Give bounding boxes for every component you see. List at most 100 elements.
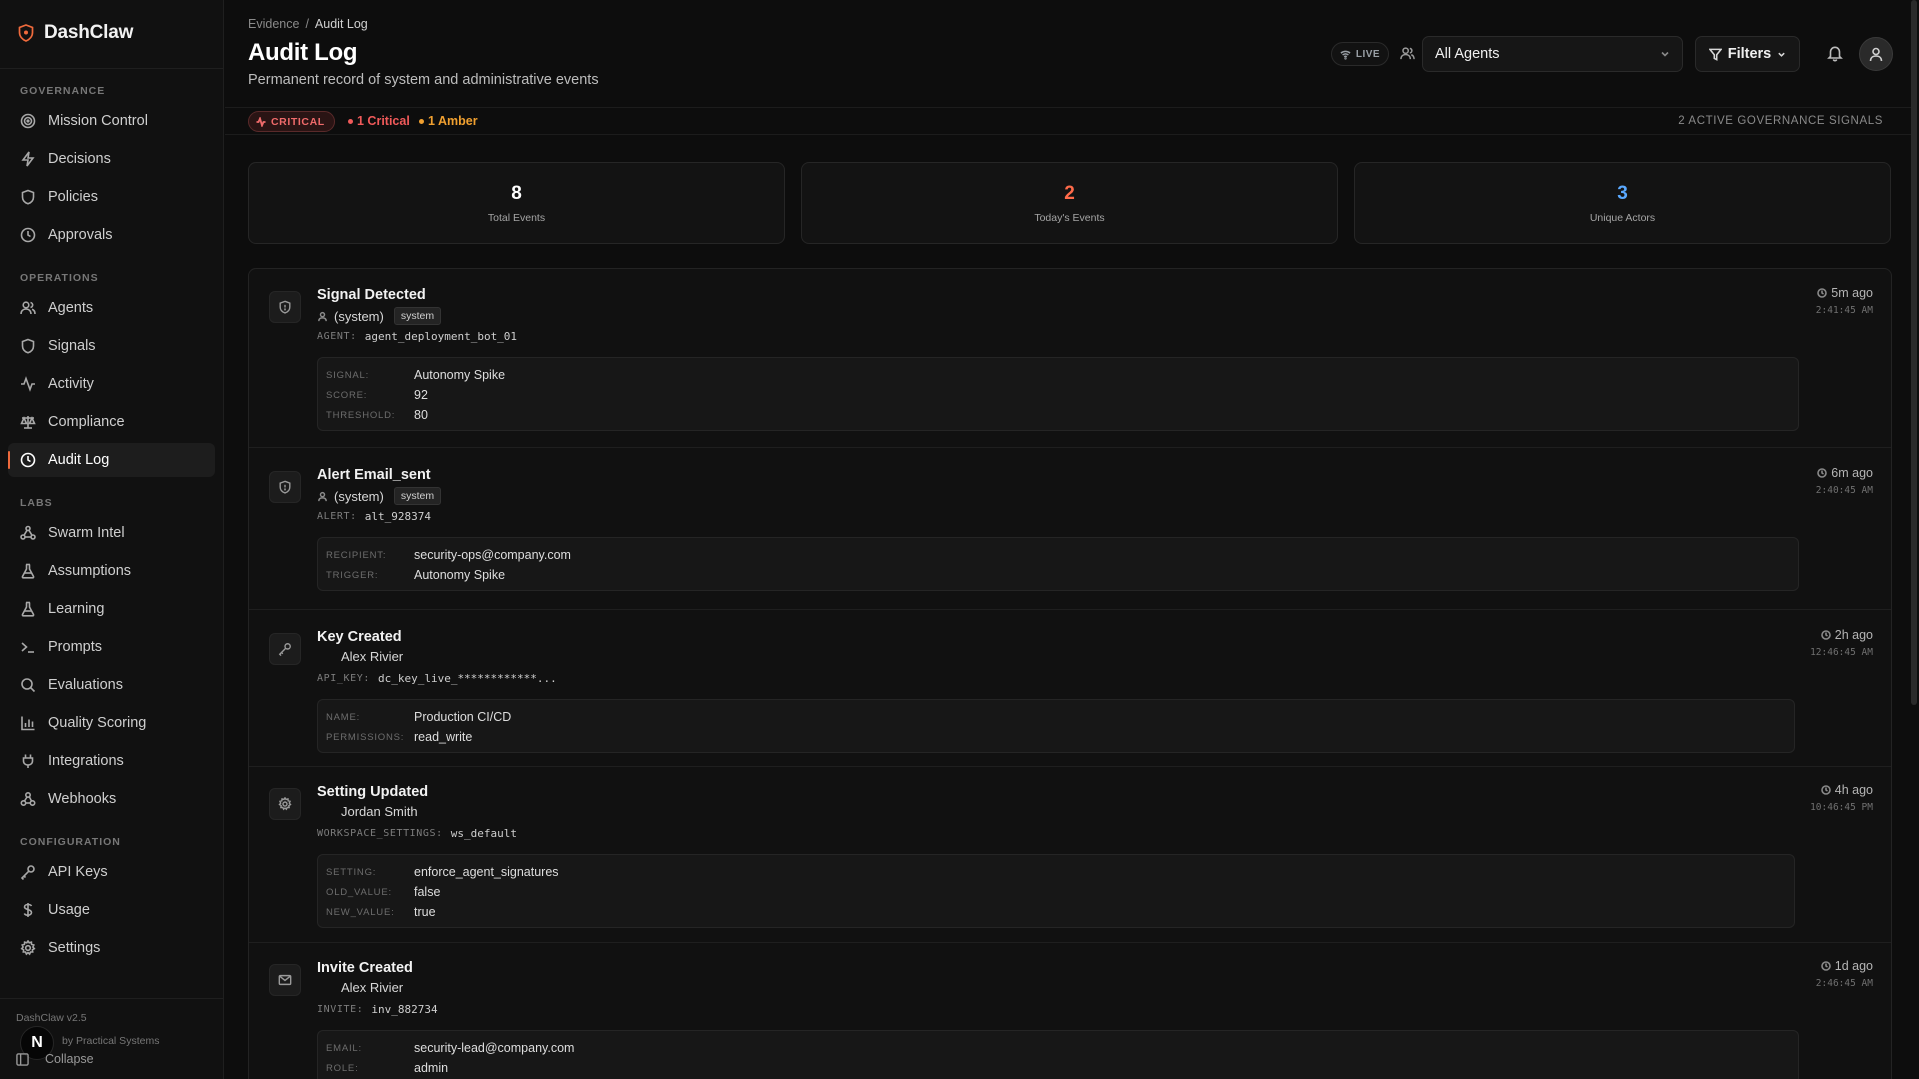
sidebar-item-evaluations[interactable]: Evaluations — [8, 668, 215, 702]
audit-event[interactable]: Alert Email_sent (system) system ALERT: … — [249, 449, 1891, 609]
event-details: RECIPIENT: security-ops@company.com TRIGG… — [317, 537, 1799, 591]
key-icon — [278, 643, 291, 656]
avatar[interactable] — [1859, 37, 1893, 71]
shield-icon — [21, 338, 35, 354]
search-icon — [21, 678, 36, 693]
app-version: DashClaw v2.5 — [16, 1012, 87, 1024]
detail-value: security-lead@company.com — [414, 1041, 575, 1055]
reference-value: inv_882734 — [371, 1003, 438, 1016]
event-details: SIGNAL: Autonomy Spike SCORE: 92 THRESHOLD… — [317, 357, 1799, 431]
sidebar-item-label: Compliance — [48, 414, 125, 430]
detail-key: SCORE: — [326, 389, 368, 401]
page-scrollbar[interactable] — [1911, 0, 1917, 705]
sidebar-item-mission-control[interactable]: Mission Control — [8, 104, 215, 138]
brand-divider — [0, 68, 224, 69]
critical-count-label: 1 Critical — [357, 114, 410, 128]
detail-value: 92 — [414, 388, 428, 402]
filters-button[interactable]: Filters — [1695, 36, 1800, 72]
sidebar-item-audit-log[interactable]: Audit Log — [8, 443, 215, 477]
sidebar-item-label: Policies — [48, 189, 98, 205]
reference-value: alt_928374 — [364, 510, 431, 523]
event-time-ago: 2h ago — [1820, 628, 1873, 642]
sidebar-item-label: Approvals — [48, 227, 113, 243]
critical-label: CRITICAL — [271, 115, 325, 128]
sidebar-item-webhooks[interactable]: Webhooks — [8, 782, 215, 816]
filter-icon — [1708, 48, 1722, 61]
event-time-ago: 4h ago — [1820, 783, 1873, 797]
sidebar-item-compliance[interactable]: Compliance — [8, 405, 215, 439]
amber-count-label: 1 Amber — [428, 114, 478, 128]
sidebar-item-agents[interactable]: Agents — [8, 291, 215, 325]
sidebar-item-settings[interactable]: Settings — [8, 931, 215, 965]
actor-type-tag: system — [393, 307, 442, 325]
audit-event[interactable]: Setting Updated Jordan Smith WORKSPACE_S… — [249, 766, 1891, 942]
detail-value: read_write — [414, 730, 473, 744]
detail-value: enforce_agent_signatures — [414, 865, 559, 879]
breadcrumb-evidence[interactable]: Evidence — [248, 17, 299, 31]
audit-event[interactable]: Invite Created Alex Rivier INVITE: inv_8… — [249, 942, 1891, 1079]
time-ago-label: 6m ago — [1831, 466, 1873, 480]
brand[interactable]: DashClaw — [18, 22, 133, 44]
event-reference: API_KEY: dc_key_live_************... — [317, 672, 557, 685]
event-actor-name: Alex Rivier — [341, 649, 404, 664]
sidebar-item-policies[interactable]: Policies — [8, 180, 215, 214]
audit-event[interactable]: Signal Detected (system) system AGENT: a… — [249, 269, 1891, 447]
collapse-button[interactable]: Collapse — [16, 1052, 94, 1066]
sidebar-item-integrations[interactable]: Integrations — [8, 744, 215, 778]
notifications-button[interactable] — [1826, 44, 1844, 65]
sidebar-item-usage[interactable]: Usage — [8, 893, 215, 927]
sidebar-item-prompts[interactable]: Prompts — [8, 630, 215, 664]
event-actor-name: Alex Rivier — [341, 980, 404, 995]
event-divider — [249, 447, 1891, 448]
event-details: SETTING: enforce_agent_signatures OLD_VAL… — [317, 854, 1795, 928]
audit-event[interactable]: Key Created Alex Rivier API_KEY: dc_key_… — [249, 611, 1891, 766]
critical-badge[interactable]: CRITICAL — [248, 111, 335, 132]
sidebar-item-activity[interactable]: Activity — [8, 367, 215, 401]
sidebar-item-label: Signals — [48, 338, 96, 354]
sidebar-item-label: Evaluations — [48, 677, 123, 693]
collapse-label: Collapse — [45, 1052, 94, 1066]
sidebar-item-api-keys[interactable]: API Keys — [8, 855, 215, 889]
event-type-badge — [269, 788, 301, 820]
event-title: Setting Updated — [317, 784, 429, 800]
detail-row: TRIGGER: Autonomy Spike — [326, 565, 1798, 585]
breadcrumb: Evidence / Audit Log — [248, 17, 368, 31]
sidebar-item-label: Audit Log — [48, 452, 110, 468]
reference-key: WORKSPACE_SETTINGS: — [317, 828, 443, 839]
sidebar-item-label: Activity — [48, 376, 94, 392]
sidebar-item-quality-scoring[interactable]: Quality Scoring — [8, 706, 215, 740]
footer-divider — [0, 998, 224, 999]
sidebar-item-signals[interactable]: Signals — [8, 329, 215, 363]
detail-row: SCORE: 92 — [326, 385, 1798, 405]
agent-filter-users-icon — [1400, 46, 1415, 64]
clock-icon — [20, 452, 36, 468]
event-actor: (system) system — [317, 487, 442, 505]
sidebar-item-label: Usage — [48, 902, 90, 918]
sidebar-item-approvals[interactable]: Approvals — [8, 218, 215, 252]
event-type-badge — [269, 633, 301, 665]
detail-key: RECIPIENT: — [326, 549, 387, 561]
detail-value: Autonomy Spike — [414, 568, 506, 582]
detail-row: THRESHOLD: 80 — [326, 405, 1798, 425]
sidebar-item-decisions[interactable]: Decisions — [8, 142, 215, 176]
event-title: Key Created — [317, 629, 402, 645]
reference-key: INVITE: — [317, 1004, 364, 1015]
event-details: EMAIL: security-lead@company.com ROLE: adm… — [317, 1030, 1799, 1079]
sidebar-item-assumptions[interactable]: Assumptions — [8, 554, 215, 588]
detail-row: OLD_VALUE: false — [326, 882, 1794, 902]
agent-select[interactable]: All Agents — [1422, 36, 1683, 72]
detail-value: Production CI/CD — [414, 710, 512, 724]
shield-icon — [21, 189, 35, 205]
brand-shield-icon — [18, 24, 34, 42]
stat-todays-events: 2 Today's Events — [801, 162, 1338, 244]
event-reference: INVITE: inv_882734 — [317, 1003, 438, 1016]
event-type-badge — [269, 471, 301, 503]
sidebar-item-learning[interactable]: Learning — [8, 592, 215, 626]
critical-count: 1 Critical — [348, 114, 410, 128]
governance-signal-bar: CRITICAL 1 Critical 1 Amber 2 ACTIVE GOV… — [225, 107, 1913, 135]
sidebar-item-label: Assumptions — [48, 563, 132, 579]
sidebar-item-swarm-intel[interactable]: Swarm Intel — [8, 516, 215, 550]
live-indicator[interactable]: LIVE — [1331, 42, 1389, 66]
page-title: Audit Log — [248, 39, 358, 66]
scale-icon — [20, 416, 36, 429]
